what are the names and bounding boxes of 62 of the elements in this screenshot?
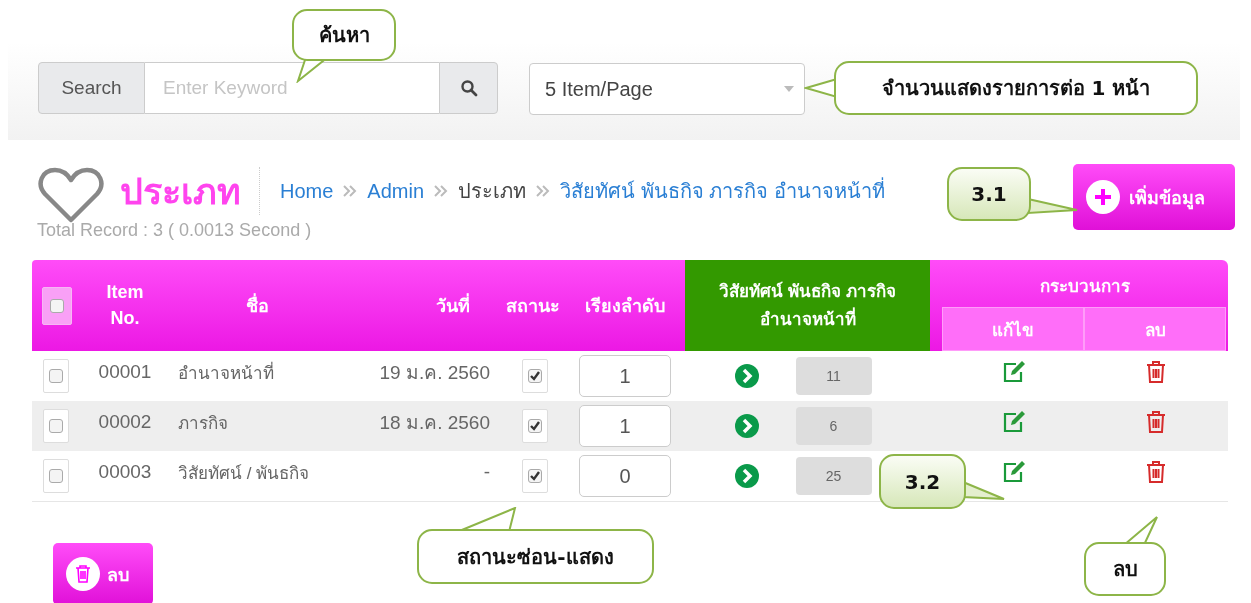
heart-icon — [38, 166, 104, 224]
row-checkbox[interactable] — [49, 369, 63, 383]
delete-button[interactable]: ลบ — [53, 543, 153, 603]
table-cell-text: 19 ม.ค. 2560 — [379, 361, 490, 385]
add-button[interactable]: เพิ่มข้อมูล — [1073, 164, 1235, 230]
trash-icon[interactable] — [1145, 410, 1167, 434]
edit-icon[interactable] — [1002, 460, 1028, 484]
plus-icon — [1085, 179, 1121, 215]
order-field[interactable]: 1 — [579, 405, 671, 447]
breadcrumb-link[interactable]: Home — [280, 179, 334, 203]
column-header: Item No. — [105, 281, 145, 330]
arrow-circle-icon[interactable] — [733, 413, 760, 439]
edit-icon[interactable] — [1002, 360, 1028, 384]
page-size-select[interactable]: 5 Item/Page — [529, 63, 805, 115]
edit-icon[interactable] — [1002, 410, 1028, 434]
breadcrumb-item: ประเภท — [458, 179, 527, 204]
table-cell-text: วิสัยทัศน์ / พันธกิจ — [178, 462, 310, 485]
caret-icon — [784, 86, 794, 92]
subcolumn-header: ลบ — [1084, 307, 1226, 351]
table-cell: - — [483, 461, 490, 483]
total-record: Total Record : 3 ( 0.0013 Second ) — [36, 219, 313, 242]
search-label: Search — [38, 62, 145, 114]
column-header: สถานะ — [505, 295, 560, 318]
count-badge: 6 — [795, 407, 872, 445]
table-cell: 00003 — [98, 461, 152, 483]
column-header: ชื่อ — [246, 291, 269, 320]
arrow-circle-icon[interactable] — [733, 363, 760, 389]
column-header: วันที่ — [436, 291, 470, 320]
chevrons-icon — [434, 185, 449, 197]
trash-icon — [65, 556, 101, 592]
trash-icon[interactable] — [1145, 360, 1167, 384]
breadcrumb-link[interactable]: วิสัยทัศน์ พันธกิจ ภารกิจ อำนาจหน้าที่ — [560, 175, 885, 207]
count-badge: 25 — [795, 457, 872, 495]
table-cell-text: อำนาจหน้าที่ — [178, 360, 274, 385]
status-checkbox[interactable] — [527, 419, 542, 433]
row-checkbox[interactable] — [49, 419, 63, 433]
subcolumn-header: แก้ไข — [942, 307, 1084, 351]
checkmark-icon — [528, 420, 541, 432]
column-header: เรียงลำดับ — [585, 295, 665, 318]
chevrons-icon — [343, 185, 358, 197]
select-all-checkbox[interactable] — [50, 298, 64, 313]
checkmark-icon — [528, 470, 541, 482]
column-header: วิสัยทัศน์ พันธกิจ ภารกิจ อำนาจหน้าที่ — [685, 260, 930, 351]
row-checkbox[interactable] — [49, 469, 63, 483]
table-cell-text: ภารกิจ — [178, 412, 228, 435]
page-title: ประเภท — [120, 169, 241, 214]
trash-icon[interactable] — [1145, 460, 1167, 484]
table-cell: 00001 — [98, 361, 152, 383]
status-checkbox[interactable] — [527, 369, 542, 383]
search-icon — [459, 79, 478, 97]
table-cell: 00002 — [98, 411, 152, 433]
order-field[interactable]: 1 — [579, 355, 671, 397]
column-header: กระบวนการ — [1039, 276, 1131, 298]
table-cell-text: 18 ม.ค. 2560 — [379, 411, 490, 435]
order-field[interactable]: 0 — [579, 455, 671, 497]
chevrons-icon — [536, 185, 551, 197]
search-button[interactable] — [439, 62, 498, 114]
status-checkbox[interactable] — [527, 469, 542, 483]
breadcrumb-link[interactable]: Admin — [367, 179, 425, 203]
arrow-circle-icon[interactable] — [733, 463, 760, 489]
count-badge: 11 — [795, 357, 872, 395]
checkmark-icon — [528, 370, 541, 382]
